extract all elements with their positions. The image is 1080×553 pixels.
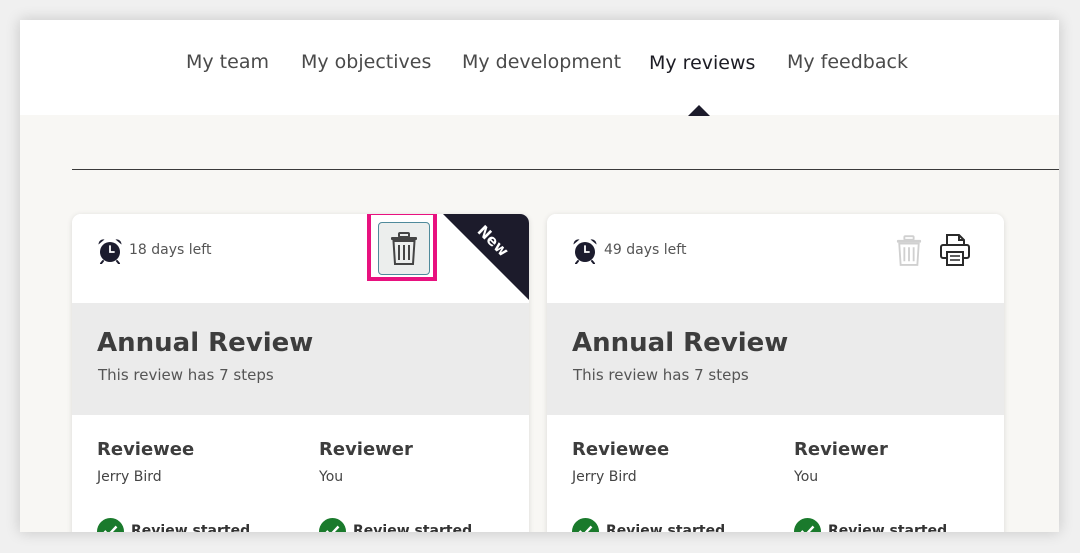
review-card[interactable]: 18 days left New Annual Review This revi…	[72, 214, 529, 532]
tab-my-feedback[interactable]: My feedback	[787, 51, 908, 73]
print-review-button[interactable]	[933, 228, 977, 272]
tab-my-team[interactable]: My team	[186, 51, 269, 73]
reviewee-status: Review started	[97, 517, 251, 532]
review-steps: This review has 7 steps	[573, 366, 749, 384]
check-icon	[97, 517, 124, 532]
reviewer-label: Reviewer	[319, 439, 413, 460]
days-left-label: 18 days left	[129, 242, 212, 258]
reviewer-name: You	[319, 469, 344, 485]
tab-my-objectives[interactable]: My objectives	[301, 51, 431, 73]
reviewee-name: Jerry Bird	[97, 469, 162, 485]
reviewer-status-text: Review started	[353, 523, 473, 532]
reviewer-status: Review started	[319, 517, 473, 532]
card-header: 49 days left	[547, 214, 1004, 303]
trash-icon	[391, 231, 417, 265]
reviewee-status-text: Review started	[131, 523, 251, 532]
days-left-label: 49 days left	[604, 242, 687, 258]
alarm-clock-icon	[98, 239, 122, 264]
alarm-clock-icon	[573, 239, 597, 264]
card-title-band: Annual Review This review has 7 steps	[72, 303, 529, 415]
reviewee-label: Reviewee	[97, 439, 195, 460]
app-frame: My team My objectives My development My …	[20, 20, 1059, 532]
check-icon	[794, 517, 821, 532]
reviewer-name: You	[794, 469, 819, 485]
reviewee-status: Review started	[572, 517, 726, 532]
new-ribbon: New	[443, 214, 529, 300]
reviewee-label: Reviewee	[572, 439, 670, 460]
delete-review-button-disabled	[887, 229, 931, 273]
check-icon	[572, 517, 599, 532]
trash-icon	[896, 235, 922, 266]
print-icon	[940, 234, 970, 266]
card-header: 18 days left New	[72, 214, 529, 303]
review-card[interactable]: 49 days left Annual Review This review h…	[547, 214, 1004, 532]
check-icon	[319, 517, 346, 532]
section-divider	[72, 169, 1059, 170]
review-title: Annual Review	[572, 328, 789, 358]
active-tab-indicator	[688, 105, 710, 116]
reviewer-status: Review started	[794, 517, 948, 532]
card-title-band: Annual Review This review has 7 steps	[547, 303, 1004, 415]
review-steps: This review has 7 steps	[98, 366, 274, 384]
reviewer-status-text: Review started	[828, 523, 948, 532]
tab-my-development[interactable]: My development	[462, 51, 621, 73]
review-title: Annual Review	[97, 328, 314, 358]
reviewee-name: Jerry Bird	[572, 469, 637, 485]
reviewer-label: Reviewer	[794, 439, 888, 460]
tab-my-reviews[interactable]: My reviews	[649, 52, 755, 74]
reviewee-status-text: Review started	[606, 523, 726, 532]
top-navigation: My team My objectives My development My …	[20, 20, 1059, 116]
delete-review-button[interactable]	[378, 222, 430, 275]
